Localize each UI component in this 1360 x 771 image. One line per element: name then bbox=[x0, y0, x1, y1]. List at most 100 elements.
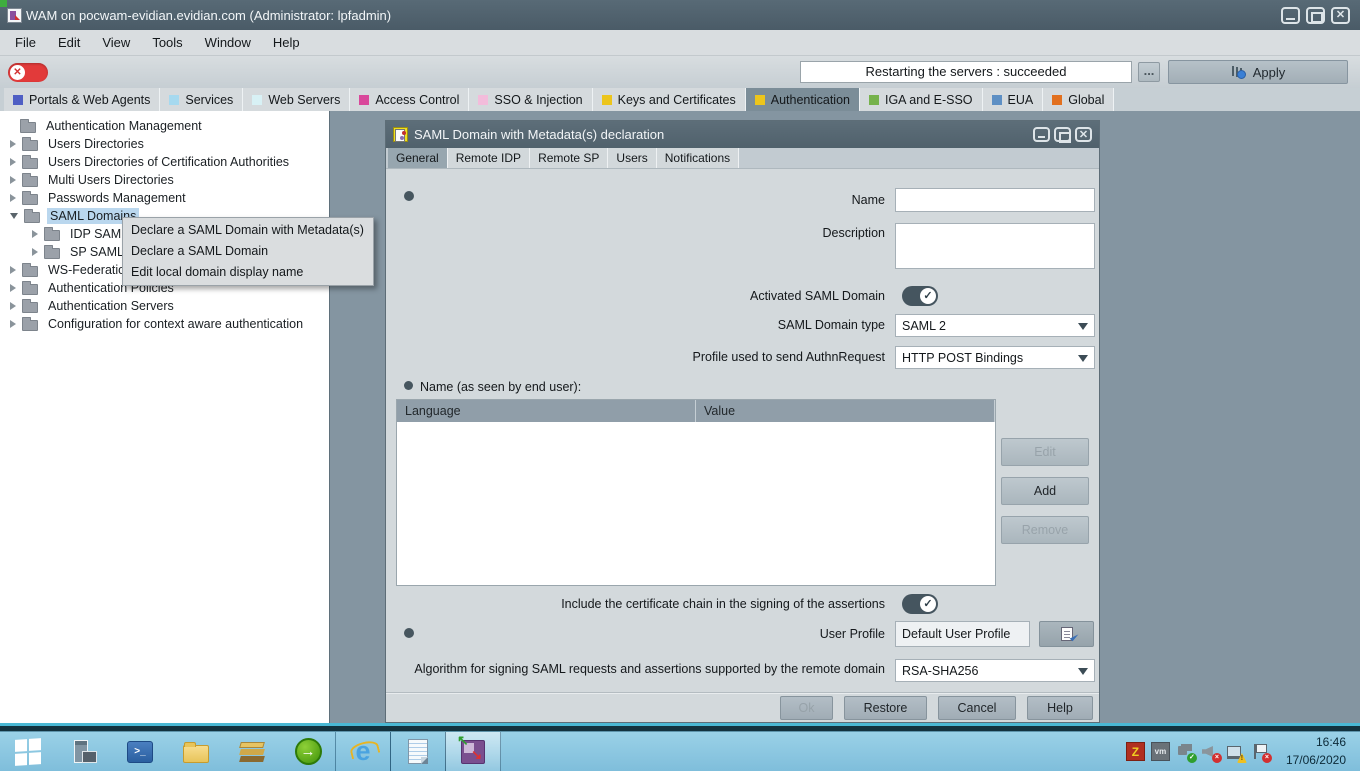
domain-type-select[interactable]: SAML 2 bbox=[895, 314, 1095, 337]
tab-web-servers[interactable]: Web Servers bbox=[243, 88, 350, 111]
dialog-tab-users[interactable]: Users bbox=[608, 148, 656, 168]
network-warning-tray-icon[interactable]: ! bbox=[1226, 742, 1245, 761]
taskbar-item-file-explorer[interactable] bbox=[168, 732, 224, 771]
tab-sso-injection[interactable]: SSO & Injection bbox=[469, 88, 592, 111]
close-button[interactable] bbox=[1331, 7, 1350, 24]
activated-toggle[interactable]: ✓ bbox=[902, 286, 938, 306]
chevron-down-icon bbox=[1078, 323, 1088, 330]
menu-item-declare-saml-domain-metadata[interactable]: Declare a SAML Domain with Metadata(s) bbox=[123, 220, 373, 241]
taskbar-item-server-manager[interactable] bbox=[56, 732, 112, 771]
add-button[interactable]: Add bbox=[1001, 477, 1089, 505]
tab-global[interactable]: Global bbox=[1043, 88, 1114, 111]
table-body[interactable] bbox=[397, 422, 995, 585]
chevron-right-icon[interactable] bbox=[10, 266, 16, 274]
windows-logo-icon bbox=[15, 738, 41, 766]
restore-button[interactable] bbox=[1306, 7, 1325, 24]
tab-keys-certificates[interactable]: Keys and Certificates bbox=[593, 88, 746, 111]
menu-tools[interactable]: Tools bbox=[141, 30, 193, 55]
name-input[interactable] bbox=[895, 188, 1095, 212]
menu-item-edit-local-domain-display-name[interactable]: Edit local domain display name bbox=[123, 262, 373, 283]
check-badge-icon: ✓ bbox=[1187, 753, 1197, 763]
menu-window[interactable]: Window bbox=[194, 30, 262, 55]
restore-form-button[interactable]: Restore bbox=[844, 696, 927, 720]
chevron-right-icon[interactable] bbox=[10, 140, 16, 148]
tree-item-users-directories[interactable]: Users Directories bbox=[0, 135, 329, 153]
chevron-right-icon[interactable] bbox=[32, 230, 38, 238]
enduser-name-table[interactable]: Language Value bbox=[396, 399, 996, 586]
tab-color-swatch bbox=[359, 95, 369, 105]
menu-edit[interactable]: Edit bbox=[47, 30, 91, 55]
dialog-tab-remote-sp[interactable]: Remote SP bbox=[530, 148, 608, 168]
ok-button[interactable]: Ok bbox=[780, 696, 833, 720]
tab-authentication[interactable]: Authentication bbox=[746, 88, 860, 111]
dialog-icon bbox=[393, 127, 408, 142]
taskbar-item-launcher[interactable]: → bbox=[280, 732, 336, 771]
chevron-right-icon[interactable] bbox=[10, 158, 16, 166]
taskbar-clock[interactable]: 16:46 17/06/2020 bbox=[1276, 734, 1352, 769]
tree-item-context-aware-auth[interactable]: Configuration for context aware authenti… bbox=[0, 315, 329, 333]
menu-bar: File Edit View Tools Window Help bbox=[0, 30, 1360, 56]
cert-chain-toggle[interactable]: ✓ bbox=[902, 594, 938, 614]
folder-icon bbox=[44, 230, 60, 241]
chevron-down-icon[interactable] bbox=[10, 213, 18, 219]
tab-label: Authentication bbox=[771, 93, 850, 107]
menu-file[interactable]: File bbox=[4, 30, 47, 55]
edit-button[interactable]: Edit bbox=[1001, 438, 1089, 466]
cert-chain-label: Include the certificate chain in the sig… bbox=[396, 596, 885, 612]
menu-item-declare-saml-domain[interactable]: Declare a SAML Domain bbox=[123, 241, 373, 262]
usb-device-tray-icon[interactable]: ✓ bbox=[1176, 742, 1195, 761]
tab-services[interactable]: Services bbox=[160, 88, 243, 111]
tree-item-multi-users-directories[interactable]: Multi Users Directories bbox=[0, 171, 329, 189]
description-textarea[interactable] bbox=[895, 223, 1095, 269]
dialog-tab-general[interactable]: General bbox=[388, 148, 448, 168]
taskbar-item-library[interactable] bbox=[224, 732, 280, 771]
chevron-right-icon[interactable] bbox=[32, 248, 38, 256]
algorithm-select[interactable]: RSA-SHA256 bbox=[895, 659, 1095, 682]
session-stop-toggle[interactable]: ✕ bbox=[8, 63, 48, 82]
taskbar-item-powershell[interactable]: >_ bbox=[112, 732, 168, 771]
taskbar-item-notepad[interactable] bbox=[390, 732, 446, 771]
dialog-minimize-button[interactable] bbox=[1033, 127, 1050, 142]
authnrequest-select[interactable]: HTTP POST Bindings bbox=[895, 346, 1095, 369]
minimize-button[interactable] bbox=[1281, 7, 1300, 24]
folder-icon bbox=[22, 266, 38, 277]
apply-button[interactable]: Apply bbox=[1168, 60, 1348, 84]
chevron-right-icon[interactable] bbox=[10, 284, 16, 292]
tree-item-users-directories-ca[interactable]: Users Directories of Certification Autho… bbox=[0, 153, 329, 171]
action-center-flag-icon[interactable]: × bbox=[1251, 742, 1270, 761]
filezilla-tray-icon[interactable]: Z bbox=[1126, 742, 1145, 761]
chevron-right-icon[interactable] bbox=[10, 320, 16, 328]
tab-eua[interactable]: EUA bbox=[983, 88, 1044, 111]
menu-help[interactable]: Help bbox=[262, 30, 311, 55]
remove-button[interactable]: Remove bbox=[1001, 516, 1089, 544]
user-profile-edit-button[interactable] bbox=[1039, 621, 1094, 647]
status-details-button[interactable]: ... bbox=[1138, 62, 1160, 82]
tree-item-authentication-management[interactable]: Authentication Management bbox=[0, 117, 329, 135]
volume-muted-tray-icon[interactable]: × bbox=[1201, 742, 1220, 761]
dialog-tab-remote-idp[interactable]: Remote IDP bbox=[448, 148, 530, 168]
dialog-titlebar: SAML Domain with Metadata(s) declaration bbox=[386, 121, 1099, 148]
vmware-tray-icon[interactable]: vm bbox=[1151, 742, 1170, 761]
check-icon: ✓ bbox=[920, 288, 936, 304]
activated-label: Activated SAML Domain bbox=[396, 288, 885, 304]
dialog-restore-button[interactable] bbox=[1054, 127, 1071, 142]
chevron-right-icon[interactable] bbox=[10, 176, 16, 184]
taskbar-item-wam-console[interactable]: ↘↖ bbox=[445, 732, 501, 771]
tree-item-label: Configuration for context aware authenti… bbox=[45, 316, 306, 332]
edit-document-icon bbox=[1061, 627, 1073, 641]
app-icon bbox=[7, 8, 22, 23]
tab-access-control[interactable]: Access Control bbox=[350, 88, 469, 111]
tree-item-passwords-management[interactable]: Passwords Management bbox=[0, 189, 329, 207]
cancel-button[interactable]: Cancel bbox=[938, 696, 1016, 720]
help-button[interactable]: Help bbox=[1027, 696, 1093, 720]
chevron-right-icon[interactable] bbox=[10, 194, 16, 202]
dialog-close-button[interactable] bbox=[1075, 127, 1092, 142]
menu-view[interactable]: View bbox=[91, 30, 141, 55]
start-button[interactable] bbox=[0, 732, 56, 771]
chevron-right-icon[interactable] bbox=[10, 302, 16, 310]
tab-iga-esso[interactable]: IGA and E-SSO bbox=[860, 88, 983, 111]
taskbar-item-internet-explorer[interactable]: e bbox=[335, 732, 391, 771]
dialog-tab-notifications[interactable]: Notifications bbox=[657, 148, 739, 168]
tab-portals-web-agents[interactable]: Portals & Web Agents bbox=[4, 88, 160, 111]
tree-item-authentication-servers[interactable]: Authentication Servers bbox=[0, 297, 329, 315]
